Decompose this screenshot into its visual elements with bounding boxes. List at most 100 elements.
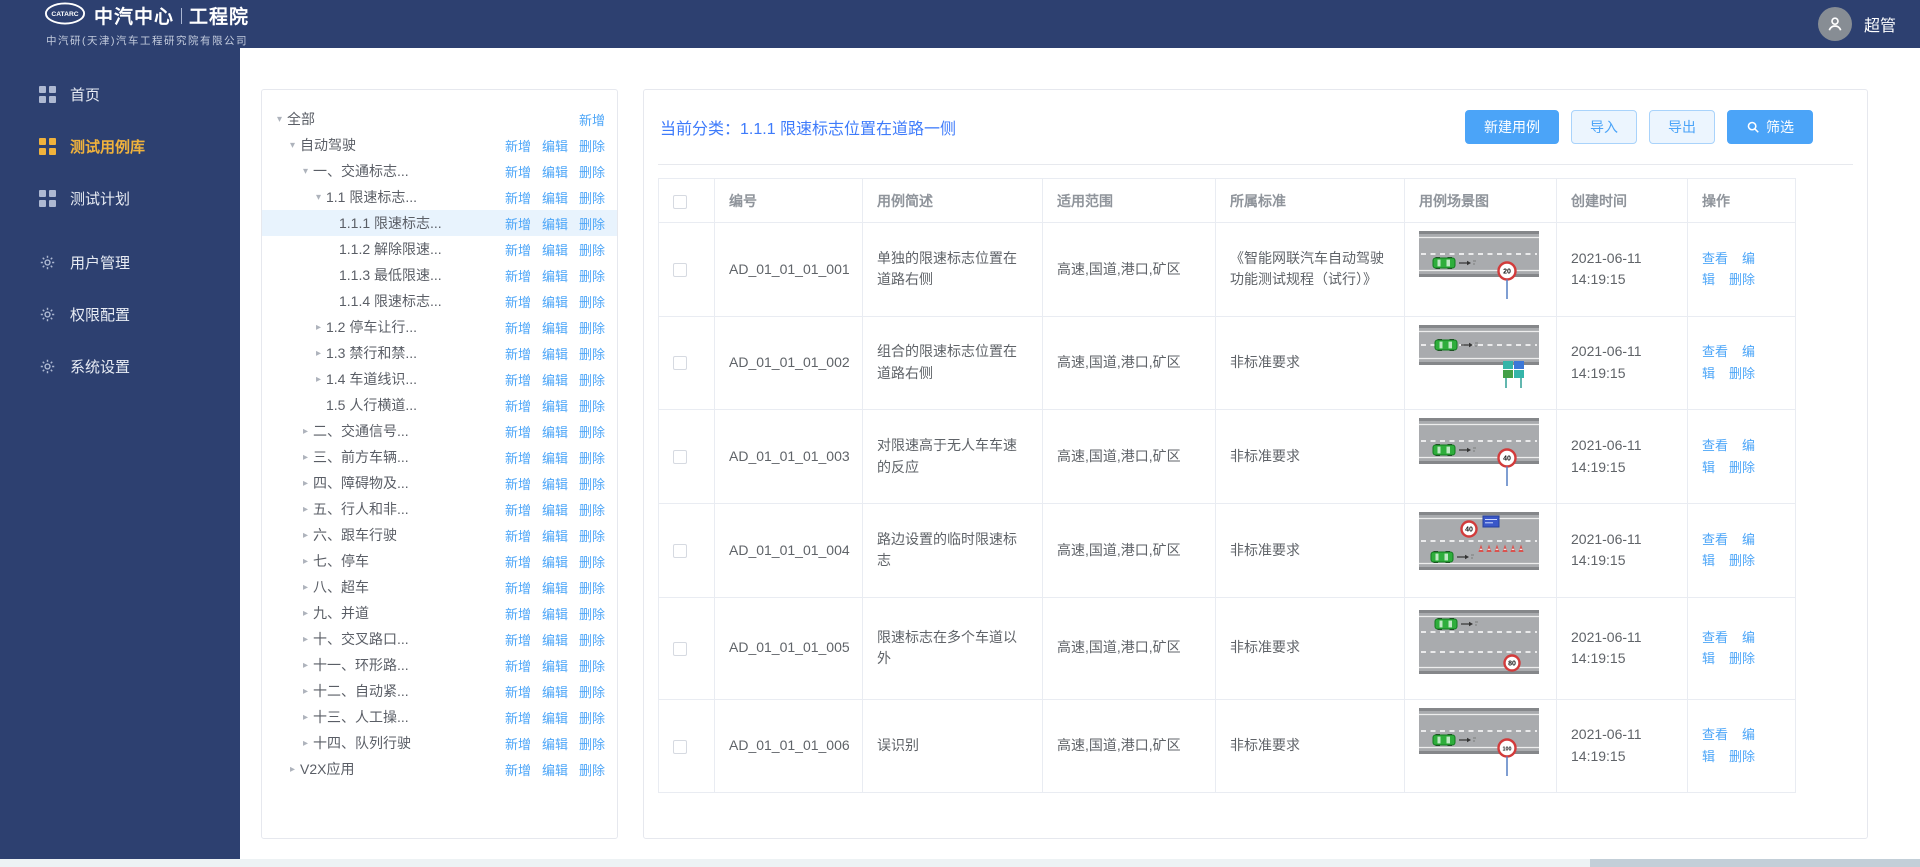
sidebar-item-test-case-library[interactable]: 测试用例库 (0, 120, 240, 172)
filter-button[interactable]: 筛选 (1727, 110, 1813, 144)
tree-add-link[interactable]: 新增 (505, 656, 531, 675)
tree-node-label[interactable]: 1.1 限速标志... (326, 187, 417, 207)
tree-delete-link[interactable]: 删除 (579, 240, 605, 259)
tree-node[interactable]: 1.1.4 限速标志... 新增 编辑 删除 (262, 288, 617, 314)
tree-add-link[interactable]: 新增 (579, 110, 605, 129)
expander-icon[interactable]: ▸ (298, 452, 313, 463)
tree-node-label[interactable]: 七、停车 (313, 551, 369, 571)
expander-icon[interactable]: ▾ (311, 192, 326, 203)
tree-delete-link[interactable]: 删除 (579, 162, 605, 181)
tree-delete-link[interactable]: 删除 (579, 630, 605, 649)
tree-add-link[interactable]: 新增 (505, 552, 531, 571)
tree-node[interactable]: ▸ 三、前方车辆... 新增 编辑 删除 (262, 444, 617, 470)
tree-add-link[interactable]: 新增 (505, 578, 531, 597)
view-link[interactable]: 查看 (1702, 438, 1728, 453)
tree-node-label[interactable]: 十一、环形路... (313, 655, 409, 675)
expander-icon[interactable]: ▸ (298, 738, 313, 749)
row-checkbox[interactable] (673, 262, 687, 277)
tree-edit-link[interactable]: 编辑 (542, 474, 568, 493)
expander-icon[interactable]: ▸ (298, 504, 313, 515)
tree-add-link[interactable]: 新增 (505, 682, 531, 701)
tree-delete-link[interactable]: 删除 (579, 604, 605, 623)
tree-add-link[interactable]: 新增 (505, 734, 531, 753)
tree-node-label[interactable]: 十三、人工操... (313, 707, 409, 727)
tree-node-label[interactable]: V2X应用 (300, 759, 354, 779)
tree-edit-link[interactable]: 编辑 (542, 318, 568, 337)
tree-node-label[interactable]: 三、前方车辆... (313, 447, 409, 467)
view-link[interactable]: 查看 (1702, 532, 1728, 547)
tree-add-link[interactable]: 新增 (505, 370, 531, 389)
import-button[interactable]: 导入 (1571, 110, 1637, 144)
expander-icon[interactable]: ▸ (298, 426, 313, 437)
tree-delete-link[interactable]: 删除 (579, 370, 605, 389)
row-checkbox[interactable] (673, 641, 687, 656)
tree-node-label[interactable]: 全部 (287, 109, 315, 129)
tree-delete-link[interactable]: 删除 (579, 578, 605, 597)
select-all-checkbox[interactable] (673, 194, 687, 209)
tree-edit-link[interactable]: 编辑 (542, 344, 568, 363)
tree-delete-link[interactable]: 删除 (579, 214, 605, 233)
tree-node-label[interactable]: 一、交通标志... (313, 161, 409, 181)
tree-node-label[interactable]: 八、超车 (313, 577, 369, 597)
expander-icon[interactable]: ▸ (311, 374, 326, 385)
tree-delete-link[interactable]: 删除 (579, 344, 605, 363)
tree-add-link[interactable]: 新增 (505, 396, 531, 415)
tree-node-label[interactable]: 1.1.2 解除限速... (339, 239, 442, 259)
expander-icon[interactable]: ▸ (298, 530, 313, 541)
tree-delete-link[interactable]: 删除 (579, 188, 605, 207)
tree-node[interactable]: ▸ 二、交通信号... 新增 编辑 删除 (262, 418, 617, 444)
tree-delete-link[interactable]: 删除 (579, 292, 605, 311)
tree-edit-link[interactable]: 编辑 (542, 162, 568, 181)
tree-edit-link[interactable]: 编辑 (542, 370, 568, 389)
tree-node[interactable]: ▾ 自动驾驶 新增 编辑 删除 (262, 132, 617, 158)
sidebar-item-permission-config[interactable]: 权限配置 (0, 288, 240, 340)
delete-link[interactable]: 删除 (1729, 460, 1755, 475)
tree-add-link[interactable]: 新增 (505, 162, 531, 181)
tree-node[interactable]: ▸ 七、停车 新增 编辑 删除 (262, 548, 617, 574)
row-checkbox[interactable] (673, 543, 687, 558)
tree-add-link[interactable]: 新增 (505, 448, 531, 467)
tree-delete-link[interactable]: 删除 (579, 422, 605, 441)
tree-add-link[interactable]: 新增 (505, 422, 531, 441)
tree-delete-link[interactable]: 删除 (579, 708, 605, 727)
delete-link[interactable]: 删除 (1729, 272, 1755, 287)
tree-delete-link[interactable]: 删除 (579, 136, 605, 155)
tree-delete-link[interactable]: 删除 (579, 396, 605, 415)
tree-node[interactable]: ▸ 四、障碍物及... 新增 编辑 删除 (262, 470, 617, 496)
tree-edit-link[interactable]: 编辑 (542, 552, 568, 571)
tree-node[interactable]: ▾ 一、交通标志... 新增 编辑 删除 (262, 158, 617, 184)
sidebar-item-user-management[interactable]: 用户管理 (0, 236, 240, 288)
tree-node[interactable]: 1.5 人行横道... 新增 编辑 删除 (262, 392, 617, 418)
delete-link[interactable]: 删除 (1729, 366, 1755, 381)
tree-delete-link[interactable]: 删除 (579, 656, 605, 675)
tree-node-label[interactable]: 1.3 禁行和禁... (326, 343, 417, 363)
tree-edit-link[interactable]: 编辑 (542, 266, 568, 285)
tree-delete-link[interactable]: 删除 (579, 448, 605, 467)
tree-node-label[interactable]: 1.1.4 限速标志... (339, 291, 442, 311)
tree-node-label[interactable]: 1.4 车道线识... (326, 369, 417, 389)
delete-link[interactable]: 删除 (1729, 651, 1755, 666)
tree-node[interactable]: ▸ 十二、自动紧... 新增 编辑 删除 (262, 678, 617, 704)
view-link[interactable]: 查看 (1702, 727, 1728, 742)
view-link[interactable]: 查看 (1702, 344, 1728, 359)
user-avatar[interactable] (1817, 7, 1852, 41)
expander-icon[interactable]: ▸ (298, 660, 313, 671)
tree-node[interactable]: 1.1.1 限速标志... 新增 编辑 删除 (262, 210, 617, 236)
tree-delete-link[interactable]: 删除 (579, 318, 605, 337)
scrollbar-thumb[interactable] (1590, 859, 1920, 867)
row-checkbox[interactable] (673, 450, 687, 465)
tree-edit-link[interactable]: 编辑 (542, 760, 568, 779)
tree-node[interactable]: ▸ 十四、队列行驶 新增 编辑 删除 (262, 730, 617, 756)
tree-add-link[interactable]: 新增 (505, 266, 531, 285)
tree-node-label[interactable]: 四、障碍物及... (313, 473, 409, 493)
tree-node[interactable]: ▸ 1.4 车道线识... 新增 编辑 删除 (262, 366, 617, 392)
tree-add-link[interactable]: 新增 (505, 344, 531, 363)
tree-add-link[interactable]: 新增 (505, 240, 531, 259)
delete-link[interactable]: 删除 (1729, 749, 1755, 764)
tree-edit-link[interactable]: 编辑 (542, 708, 568, 727)
tree-node[interactable]: ▸ 1.2 停车让行... 新增 编辑 删除 (262, 314, 617, 340)
tree-delete-link[interactable]: 删除 (579, 526, 605, 545)
tree-edit-link[interactable]: 编辑 (542, 656, 568, 675)
expander-icon[interactable]: ▸ (298, 634, 313, 645)
export-button[interactable]: 导出 (1649, 110, 1715, 144)
